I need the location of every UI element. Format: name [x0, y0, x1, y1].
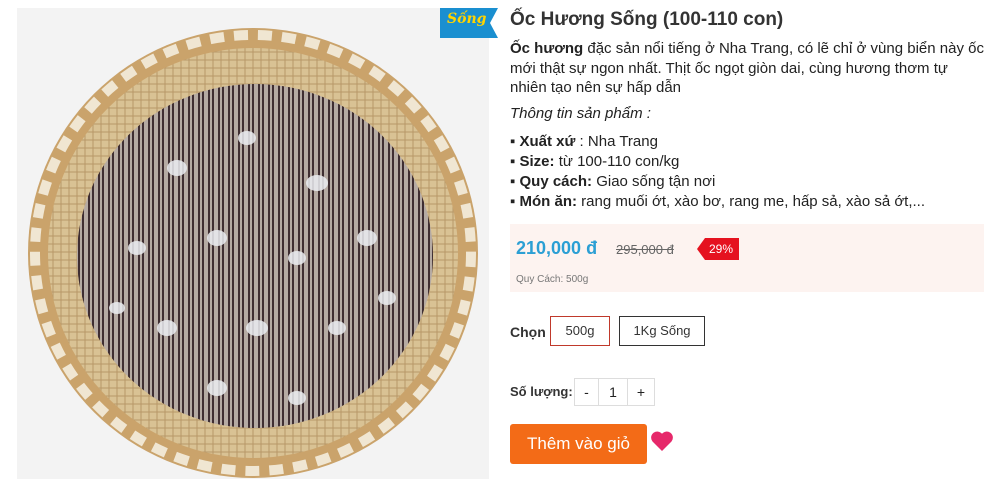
snail-basket-photo	[28, 28, 478, 478]
description-highlight: Ốc hương	[510, 40, 584, 57]
heart-icon[interactable]	[650, 430, 674, 452]
discount-badge: 29%	[697, 238, 739, 260]
old-price: 295,000 đ	[616, 242, 674, 257]
option-label: Chọn	[510, 324, 546, 340]
product-image[interactable]	[17, 8, 489, 479]
spec-list: ▪ Xuất xứ : Nha Trang ▪ Size: từ 100-110…	[510, 132, 925, 212]
quantity-label: Số lượng:	[510, 384, 573, 399]
spec-heading: Thông tin sản phẩm :	[510, 105, 651, 122]
badge-label: Sống	[447, 11, 487, 27]
quantity-increase-button[interactable]: +	[627, 378, 655, 406]
spec-packaging: ▪ Quy cách: Giao sống tận nơi	[510, 173, 716, 190]
spec-size: ▪ Size: từ 100-110 con/kg	[510, 153, 680, 170]
quantity-stepper: - 1 +	[574, 378, 655, 406]
product-title: Ốc Hương Sống (100-110 con)	[510, 9, 784, 30]
spec-dishes: ▪ Món ăn: rang muối ớt, xào bơ, rang me,…	[510, 193, 926, 210]
price-box: 210,000 đ 295,000 đ 29% Quy Cách: 500g	[510, 224, 984, 292]
current-price: 210,000 đ	[516, 238, 598, 258]
spec-origin: ▪ Xuất xứ : Nha Trang	[510, 133, 658, 150]
quantity-decrease-button[interactable]: -	[574, 378, 599, 406]
option-1kg[interactable]: 1Kg Sống	[619, 316, 705, 346]
unit-note: Quy Cách: 500g	[516, 274, 589, 285]
quantity-input[interactable]: 1	[599, 378, 627, 406]
product-description: Ốc hương đặc sản nổi tiếng ở Nha Trang, …	[510, 39, 988, 98]
option-500g[interactable]: 500g	[550, 316, 610, 346]
add-to-cart-button[interactable]: Thêm vào giỏ	[510, 424, 647, 464]
